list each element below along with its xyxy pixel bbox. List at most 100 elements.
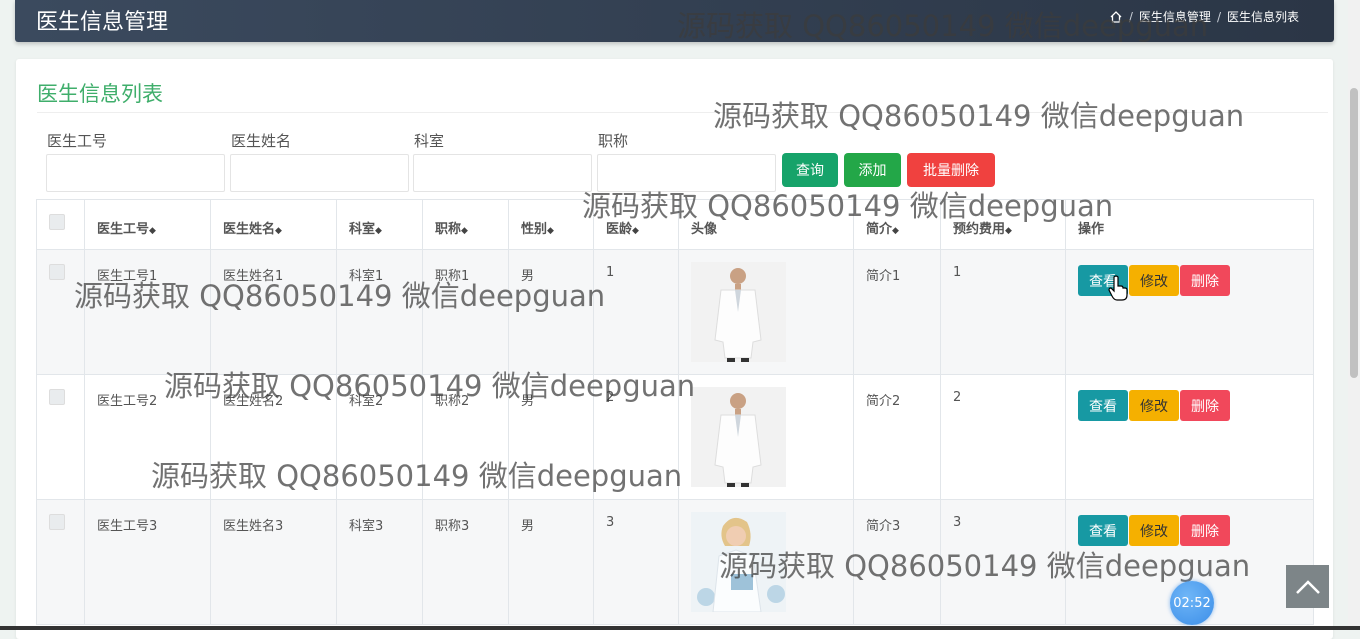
column-header-gender[interactable]: 性别◆ <box>508 199 594 250</box>
cell-intro: 简介1 <box>853 249 941 375</box>
cell-gender: 男 <box>508 499 594 625</box>
title-input[interactable] <box>597 154 776 192</box>
vertical-scrollbar[interactable] <box>1348 0 1360 630</box>
sort-icon[interactable]: ◆ <box>149 226 156 236</box>
department-input[interactable] <box>413 154 592 192</box>
cell-department: 科室1 <box>336 249 423 375</box>
doctor-id-input[interactable] <box>46 154 225 192</box>
breadcrumb-separator: / <box>1216 9 1221 24</box>
cell-doctor-name: 医生姓名3 <box>210 499 337 625</box>
cell-avatar <box>678 249 854 375</box>
filter-doctor-id-label: 医生工号 <box>47 132 108 150</box>
row-select-cell <box>36 249 85 375</box>
delete-button[interactable]: 删除 <box>1180 515 1230 546</box>
select-all-cell <box>36 199 85 250</box>
query-button[interactable]: 查询 <box>782 153 838 187</box>
scrollbar-thumb[interactable] <box>1350 88 1358 378</box>
row-select-cell <box>36 374 85 500</box>
cell-doctor-name: 医生姓名2 <box>210 374 337 500</box>
cell-doctor-name: 医生姓名1 <box>210 249 337 375</box>
table-row: 医生工号3 医生姓名3 科室3 职称3 男 3 简介3 3 查看 修改 删除 <box>36 499 1314 625</box>
cell-department: 科室3 <box>336 499 423 625</box>
table-row: 医生工号1 医生姓名1 科室1 职称1 男 1 简介1 1 查看 修改 删除 <box>36 249 1314 375</box>
cell-avatar <box>678 499 854 625</box>
cell-avatar <box>678 374 854 500</box>
top-header-bar: 医生信息管理 / 医生信息管理 / 医生信息列表 <box>15 0 1334 42</box>
filter-department-label: 科室 <box>414 132 445 150</box>
cell-title: 职称3 <box>422 499 509 625</box>
cell-years: 1 <box>593 249 679 375</box>
cell-gender: 男 <box>508 249 594 375</box>
edit-button[interactable]: 修改 <box>1129 515 1179 546</box>
filter-department: 科室 <box>413 130 592 192</box>
bottom-edge <box>0 626 1360 630</box>
cell-intro: 简介3 <box>853 499 941 625</box>
home-icon[interactable] <box>1109 10 1123 24</box>
doctor-male-photo <box>691 387 786 487</box>
breadcrumb: / 医生信息管理 / 医生信息列表 <box>1109 8 1299 25</box>
cell-actions: 查看 修改 删除 <box>1065 374 1314 500</box>
doctor-table: 医生工号◆ 医生姓名◆ 科室◆ 职称◆ 性别◆ 医龄◆ 头像 简介◆ 预约费用◆… <box>36 199 1314 625</box>
filter-doctor-name: 医生姓名 <box>230 130 409 192</box>
row-checkbox[interactable] <box>49 514 65 530</box>
select-all-checkbox[interactable] <box>49 214 65 230</box>
column-header-title[interactable]: 职称◆ <box>422 199 509 250</box>
cell-doctor-id: 医生工号1 <box>84 249 211 375</box>
timer-badge: 02:52 <box>1170 581 1214 625</box>
delete-button[interactable]: 删除 <box>1180 265 1230 296</box>
sort-icon[interactable]: ◆ <box>892 226 899 236</box>
cell-gender: 男 <box>508 374 594 500</box>
cell-fee: 3 <box>940 499 1066 625</box>
column-header-avatar: 头像 <box>678 199 854 250</box>
column-header-doctor-id[interactable]: 医生工号◆ <box>84 199 211 250</box>
cell-years: 3 <box>593 499 679 625</box>
column-header-doctor-name[interactable]: 医生姓名◆ <box>210 199 337 250</box>
sort-icon[interactable]: ◆ <box>461 226 468 236</box>
sort-icon[interactable]: ◆ <box>275 226 282 236</box>
sort-icon[interactable]: ◆ <box>547 226 554 236</box>
column-header-intro[interactable]: 简介◆ <box>853 199 941 250</box>
column-header-fee[interactable]: 预约费用◆ <box>940 199 1066 250</box>
edit-button[interactable]: 修改 <box>1129 390 1179 421</box>
filter-doctor-name-label: 医生姓名 <box>231 132 292 150</box>
cell-department: 科室2 <box>336 374 423 500</box>
page-header-title: 医生信息管理 <box>36 10 169 35</box>
sort-icon[interactable]: ◆ <box>375 226 382 236</box>
cell-title: 职称1 <box>422 249 509 375</box>
panel-divider <box>37 112 1328 113</box>
hand-cursor-icon <box>1108 275 1128 301</box>
cell-title: 职称2 <box>422 374 509 500</box>
column-header-department[interactable]: 科室◆ <box>336 199 423 250</box>
cell-fee: 1 <box>940 249 1066 375</box>
breadcrumb-item-doctor-list: 医生信息列表 <box>1226 10 1299 24</box>
cell-fee: 2 <box>940 374 1066 500</box>
sort-icon[interactable]: ◆ <box>632 226 639 236</box>
breadcrumb-separator: / <box>1128 9 1133 24</box>
filter-title: 职称 <box>597 130 776 192</box>
batch-delete-button[interactable]: 批量删除 <box>907 153 995 187</box>
table-row: 医生工号2 医生姓名2 科室2 职称2 男 2 简介2 2 查看 修改 删除 <box>36 374 1314 500</box>
breadcrumb-item-doctor-management[interactable]: 医生信息管理 <box>1139 8 1211 25</box>
table-header-row: 医生工号◆ 医生姓名◆ 科室◆ 职称◆ 性别◆ 医龄◆ 头像 简介◆ 预约费用◆… <box>36 199 1314 250</box>
view-button[interactable]: 查看 <box>1078 515 1128 546</box>
edit-button[interactable]: 修改 <box>1129 265 1179 296</box>
row-checkbox[interactable] <box>49 389 65 405</box>
delete-button[interactable]: 删除 <box>1180 390 1230 421</box>
column-header-years[interactable]: 医龄◆ <box>593 199 679 250</box>
column-header-actions: 操作 <box>1065 199 1314 250</box>
cell-actions: 查看 修改 删除 <box>1065 249 1314 375</box>
sort-icon[interactable]: ◆ <box>1005 226 1012 236</box>
cell-doctor-id: 医生工号2 <box>84 374 211 500</box>
cell-intro: 简介2 <box>853 374 941 500</box>
add-button[interactable]: 添加 <box>844 153 901 187</box>
back-to-top-button[interactable] <box>1286 565 1329 608</box>
view-button[interactable]: 查看 <box>1078 390 1128 421</box>
cell-years: 2 <box>593 374 679 500</box>
chevron-up-icon <box>1295 579 1320 594</box>
doctor-name-input[interactable] <box>230 154 409 192</box>
row-checkbox[interactable] <box>49 264 65 280</box>
panel-title: 医生信息列表 <box>37 82 163 106</box>
filter-title-label: 职称 <box>598 132 629 150</box>
filter-doctor-id: 医生工号 <box>46 130 225 192</box>
cell-doctor-id: 医生工号3 <box>84 499 211 625</box>
